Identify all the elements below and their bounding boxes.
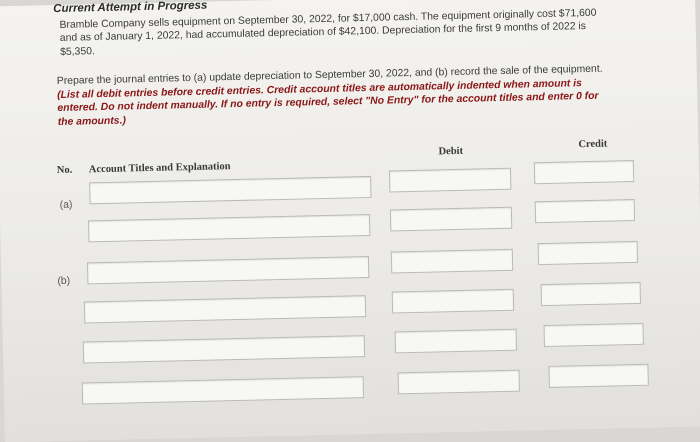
credit-input-a2[interactable] [534, 198, 636, 224]
column-header-debit: Debit [438, 145, 464, 158]
credit-input-b1[interactable] [537, 240, 639, 266]
problem-text: Bramble Company sells equipment on Septe… [59, 7, 597, 58]
entry-label-a: (a) [59, 198, 73, 211]
credit-input-b2[interactable] [540, 281, 642, 307]
credit-input-a1[interactable] [533, 159, 635, 185]
account-title-input-b2[interactable] [83, 295, 367, 324]
credit-input-b3[interactable] [543, 322, 644, 348]
debit-input-b3[interactable] [394, 328, 518, 354]
debit-input-b2[interactable] [391, 288, 515, 314]
column-header-account: Account Titles and Explanation [88, 161, 231, 176]
debit-input-a1[interactable] [388, 167, 512, 193]
entry-label-b: (b) [57, 274, 71, 288]
debit-input-b1[interactable] [390, 248, 514, 274]
account-title-input-b1[interactable] [86, 255, 370, 285]
column-header-no: No. [56, 164, 73, 177]
debit-input-a2[interactable] [389, 206, 513, 232]
instructions-emphasis: (List all debit entries before credit en… [57, 77, 599, 128]
attempt-status: Current Attempt in Progress [53, 0, 208, 16]
account-title-input-b4[interactable] [81, 376, 365, 405]
account-title-input-a1[interactable] [89, 175, 372, 205]
instructions: Prepare the journal entries to (a) updat… [57, 63, 606, 130]
credit-input-b4[interactable] [548, 363, 649, 388]
account-title-input-b3[interactable] [82, 335, 366, 364]
debit-input-b4[interactable] [397, 369, 521, 395]
journal-entry-sheet: Current Attempt in Progress Bramble Comp… [0, 0, 700, 442]
account-title-input-a2[interactable] [88, 213, 371, 243]
column-header-credit: Credit [578, 138, 608, 151]
